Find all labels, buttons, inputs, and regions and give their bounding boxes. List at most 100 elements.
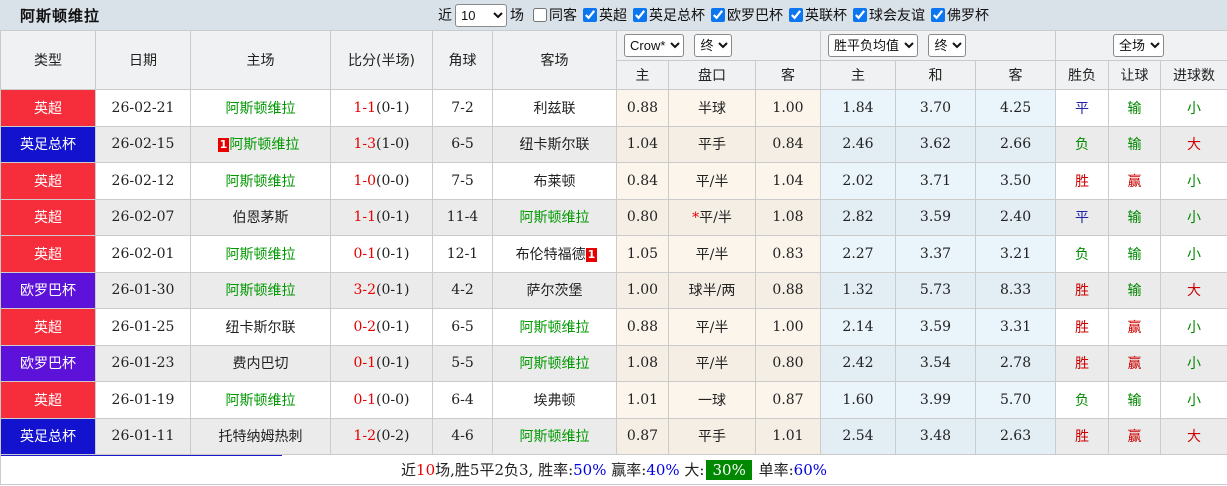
league-filter-label: 佛罗杯 (947, 7, 989, 24)
same-away-filter[interactable]: 同客 (527, 5, 577, 25)
away-odds-cell: 0.83 (754, 235, 822, 273)
home-team-name: 阿斯顿维拉 (225, 100, 296, 117)
away-team-name: 利兹联 (533, 100, 576, 117)
scope-select[interactable]: 全场 (1113, 34, 1165, 57)
avg-away-cell: 5.70 (975, 381, 1057, 419)
col-header-home: 主场 (190, 30, 331, 90)
avg-home-cell: 2.02 (820, 162, 897, 200)
full-score: 1-1 (353, 99, 377, 116)
league-filter-checkbox[interactable] (633, 7, 647, 22)
avg-draw-cell: 3.71 (895, 162, 977, 200)
away-odds-cell: 1.00 (754, 308, 822, 346)
half-score: (0-1) (376, 99, 410, 116)
half-score: (0-1) (376, 318, 410, 335)
handicap-cell: 平/半 (668, 235, 756, 273)
result-goals-cell: 小 (1160, 162, 1227, 200)
result-handicap-cell: 输 (1108, 381, 1162, 419)
away-team-name: 阿斯顿维拉 (519, 429, 590, 446)
away-team-cell: 阿斯顿维拉 (492, 308, 617, 346)
half-score: (0-1) (376, 355, 410, 372)
half-score: (0-1) (376, 209, 410, 226)
away-team-name: 萨尔茨堡 (526, 283, 583, 300)
away-odds-cell: 1.04 (754, 162, 822, 200)
league-filter-checkbox[interactable] (931, 7, 945, 22)
scope-select-group: 全场 (1055, 30, 1227, 61)
subheader-crow-away: 客 (754, 60, 822, 90)
league-filter-checkbox[interactable] (789, 7, 803, 22)
result-wdl-cell: 胜 (1055, 417, 1110, 455)
league-filter-checkbox[interactable] (711, 7, 725, 22)
half-score: (0-1) (376, 282, 410, 299)
subheader-result-handicap: 让球 (1108, 60, 1162, 90)
avg-stage-select[interactable]: 终 (928, 34, 967, 57)
corners-cell: 7-2 (432, 89, 493, 127)
odds-company-select[interactable]: Crow* (624, 34, 684, 57)
match-date-cell: 26-02-07 (95, 198, 191, 236)
match-date-cell: 26-01-23 (95, 344, 191, 382)
match-rows: 英超 26-02-21 阿斯顿维拉 1-1(0-1) 7-2 利兹联 0.88 … (0, 89, 1227, 455)
avg-away-cell: 3.21 (975, 235, 1057, 273)
avg-home-cell: 2.42 (820, 344, 897, 382)
home-odds-cell: 1.04 (616, 125, 669, 163)
result-handicap-cell: 输 (1108, 198, 1162, 236)
odds-stage-select[interactable]: 终 (694, 34, 733, 57)
games-label: 场 (510, 8, 524, 24)
avg-type-select[interactable]: 胜平负均值 (828, 34, 919, 57)
result-wdl-cell: 负 (1055, 125, 1110, 163)
handicap-text: 平/半 (699, 210, 732, 227)
result-wdl-cell: 平 (1055, 89, 1110, 127)
away-odds-cell: 1.01 (754, 417, 822, 455)
result-handicap-cell: 赢 (1108, 417, 1162, 455)
home-odds-cell: 1.05 (616, 235, 669, 273)
corners-cell: 6-4 (432, 381, 493, 419)
avg-draw-cell: 3.48 (895, 417, 977, 455)
handicap-cell: 平手 (668, 125, 756, 163)
summary-prefix: 近 (401, 461, 417, 479)
away-team-cell: 利兹联 (492, 89, 617, 127)
summary-bar: 近10场,胜5平2负3, 胜率:50% 赢率:40% 大: 30% 单率:60% (0, 454, 1227, 485)
home-odds-cell: 1.00 (616, 271, 669, 309)
league-filter-checkbox[interactable] (583, 7, 597, 22)
home-odds-cell: 0.84 (616, 162, 669, 200)
league-filters: 英超 英足总杯 欧罗巴杯 英联杯 球会友谊 佛罗杯 (577, 5, 989, 26)
avg-draw-cell: 3.59 (895, 308, 977, 346)
league-filter[interactable]: 球会友谊 (847, 5, 925, 25)
result-wdl-cell: 平 (1055, 198, 1110, 236)
handicap-text: 平/半 (695, 319, 729, 336)
subheader-crow-home: 主 (616, 60, 669, 90)
league-filter[interactable]: 英联杯 (783, 5, 847, 25)
league-filter[interactable]: 英超 (577, 5, 627, 25)
league-filter[interactable]: 欧罗巴杯 (705, 5, 783, 25)
avg-home-cell: 2.54 (820, 417, 897, 455)
corners-cell: 11-4 (432, 198, 493, 236)
away-team-cell: 布伦特福德 1 (492, 235, 617, 273)
home-odds-cell: 1.08 (616, 344, 669, 382)
league-filter-checkbox[interactable] (853, 7, 867, 22)
handicap-text: 一球 (698, 392, 726, 409)
result-handicap-cell: 输 (1108, 125, 1162, 163)
avg-draw-cell: 3.99 (895, 381, 977, 419)
result-goals-cell: 小 (1160, 344, 1227, 382)
league-filter-label: 英超 (599, 7, 627, 24)
away-odds-cell: 0.88 (754, 271, 822, 309)
avg-away-cell: 2.40 (975, 198, 1057, 236)
result-wdl-cell: 负 (1055, 235, 1110, 273)
handicap-text: 平/半 (695, 246, 729, 263)
league-filter-label: 欧罗巴杯 (727, 7, 783, 24)
corners-cell: 4-2 (432, 271, 493, 309)
score-cell: 0-1(0-1) (330, 344, 433, 382)
match-type-cell: 英超 (0, 381, 96, 419)
avg-home-cell: 1.84 (820, 89, 897, 127)
away-team-name: 埃弗顿 (533, 392, 576, 409)
full-score: 0-1 (353, 245, 377, 262)
same-away-checkbox[interactable] (533, 8, 547, 22)
league-filter[interactable]: 佛罗杯 (925, 5, 989, 25)
filter-controls: 近 10 场 同客 英超 英足总杯 欧罗巴杯 英联杯 球会友谊 佛罗杯 (435, 3, 989, 27)
match-date-cell: 26-02-12 (95, 162, 191, 200)
league-filter[interactable]: 英足总杯 (627, 5, 705, 25)
away-odds-cell: 1.08 (754, 198, 822, 236)
home-team-name: 纽卡斯尔联 (225, 319, 296, 336)
away-team-name: 纽卡斯尔联 (519, 137, 590, 154)
recent-count-select[interactable]: 10 (455, 3, 507, 27)
match-row: 欧罗巴杯 26-01-30 阿斯顿维拉 3-2(0-1) 4-2 萨尔茨堡 1.… (0, 271, 1227, 309)
